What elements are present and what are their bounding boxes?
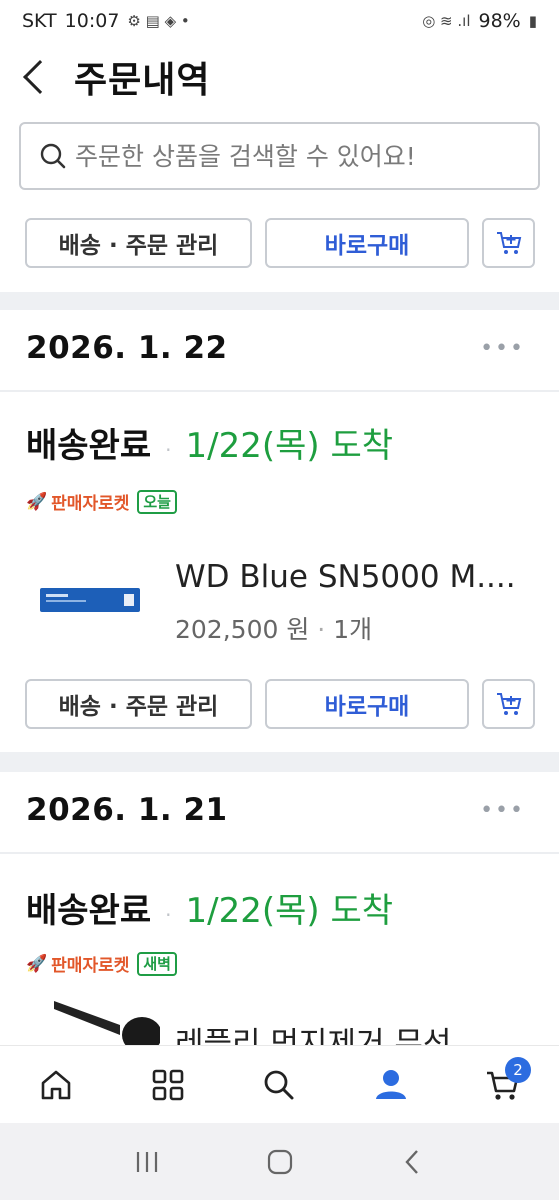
card-separator: [0, 852, 559, 854]
nav-home[interactable]: [26, 1055, 86, 1115]
home-icon: [41, 1070, 71, 1099]
product-price: 202,500 원: [175, 615, 310, 644]
search-icon: [40, 143, 66, 169]
rocket-badge: 🚀 판매자로켓 새벽: [26, 951, 177, 976]
rocket-label: 판매자로켓: [51, 494, 130, 514]
more-icon[interactable]: •••: [480, 798, 525, 823]
add-cart-button[interactable]: [482, 218, 535, 268]
buy-now-button[interactable]: 바로구매: [265, 218, 469, 268]
manage-order-button[interactable]: 배송 · 주문 관리: [25, 679, 252, 729]
section-divider: [0, 292, 559, 310]
user-icon: [376, 1069, 407, 1099]
notification-icons: ⚙ ▤ ◈ •: [127, 12, 190, 30]
category-icon: [152, 1069, 183, 1100]
add-cart-icon: [496, 232, 521, 254]
search-box[interactable]: [19, 122, 540, 190]
app-header: 주문내역: [0, 42, 559, 112]
rocket-tag: 오늘: [137, 489, 177, 514]
product-price-line: 202,500 원 · 1개: [175, 615, 373, 644]
buy-now-button[interactable]: 바로구매: [265, 679, 469, 729]
system-back-icon[interactable]: [398, 1147, 428, 1177]
recent-apps-icon[interactable]: [132, 1149, 162, 1175]
rocket-icon: 🚀: [26, 953, 48, 974]
product-image[interactable]: [40, 586, 140, 614]
delivery-status: 배송완료 · 1/22(목) 도착: [26, 883, 393, 932]
status-text: 배송완료: [26, 891, 152, 931]
order-date: 2026. 1. 21: [26, 792, 228, 828]
more-icon[interactable]: •••: [480, 336, 525, 361]
search-nav-icon: [265, 1070, 294, 1099]
manage-order-button[interactable]: 배송 · 주문 관리: [25, 218, 252, 268]
home-button-icon[interactable]: [265, 1147, 295, 1177]
cart-badge: 2: [505, 1056, 532, 1083]
product-qty: 1개: [333, 615, 373, 644]
product-image[interactable]: [50, 995, 160, 1045]
rocket-badge: 🚀 판매자로켓 오늘: [26, 489, 177, 514]
carrier: SKT: [22, 10, 57, 32]
card-separator: [0, 390, 559, 392]
top-action-row: 배송 · 주문 관리 바로구매: [25, 218, 535, 268]
status-text: 배송완료: [26, 426, 152, 466]
product-name[interactable]: WD Blue SN5000 M....: [175, 559, 525, 595]
order-action-row: 배송 · 주문 관리 바로구매: [25, 679, 535, 729]
rocket-tag: 새벽: [137, 951, 177, 976]
battery-percent: 98%: [478, 10, 521, 32]
add-cart-icon: [496, 693, 521, 715]
nav-search[interactable]: [249, 1055, 309, 1115]
arrival-text: 1/22(목) 도착: [185, 426, 394, 466]
section-divider: [0, 752, 559, 772]
add-cart-button[interactable]: [482, 679, 535, 729]
status-bar: SKT 10:07 ⚙ ▤ ◈ • ◎ ≋ .ıl 98% ▮: [0, 0, 559, 42]
nav-cart[interactable]: 2: [473, 1055, 533, 1115]
page-title: 주문내역: [74, 60, 211, 101]
nav-my[interactable]: [361, 1055, 421, 1115]
order-date: 2026. 1. 22: [26, 330, 228, 366]
back-icon[interactable]: [23, 60, 57, 94]
search-input[interactable]: [75, 141, 515, 171]
system-navigation: [0, 1123, 559, 1200]
arrival-text: 1/22(목) 도착: [185, 891, 394, 931]
delivery-status: 배송완료 · 1/22(목) 도착: [26, 418, 393, 467]
bottom-navigation: 2: [0, 1045, 559, 1123]
battery-icon: ▮: [528, 12, 537, 30]
rocket-icon: 🚀: [26, 491, 48, 512]
signal-icons: ◎ ≋ .ıl: [422, 12, 471, 30]
nav-category[interactable]: [138, 1055, 198, 1115]
rocket-label: 판매자로켓: [51, 956, 130, 976]
clock: 10:07: [64, 10, 120, 32]
